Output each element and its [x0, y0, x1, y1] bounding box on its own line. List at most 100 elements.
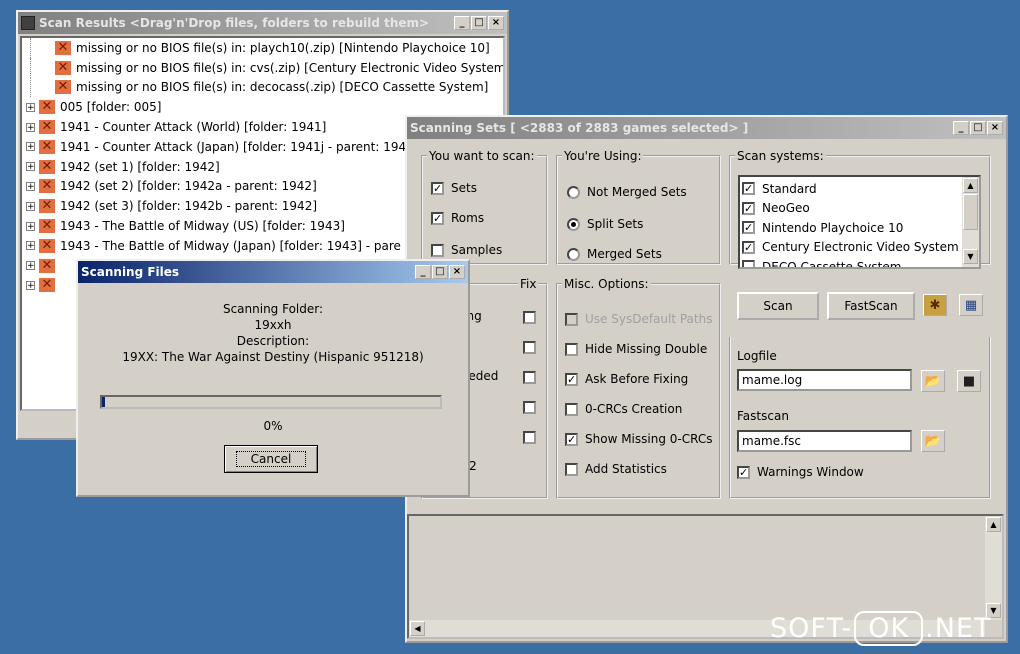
- radio-dot: [567, 217, 580, 231]
- scanning-files-window: Scanning Files _ □ × Scanning Folder: 19…: [76, 259, 470, 497]
- scan-info: Scanning Folder: 19xxh Description: 19XX…: [78, 301, 468, 365]
- split-sets-radio[interactable]: Split Sets: [567, 217, 643, 231]
- close-button[interactable]: ×: [987, 121, 1003, 135]
- checkbox-box: ✓: [431, 181, 444, 195]
- expand-icon[interactable]: +: [26, 241, 35, 251]
- checkbox-label: 0-CRCs Creation: [585, 402, 683, 416]
- cancel-button[interactable]: Cancel: [224, 445, 318, 473]
- fix-tools-icon[interactable]: ✱: [923, 294, 947, 316]
- fastscan-button[interactable]: FastScan: [827, 292, 915, 320]
- fix-checkbox[interactable]: [523, 371, 536, 384]
- expand-icon[interactable]: +: [26, 261, 35, 271]
- expand-icon[interactable]: +: [26, 162, 35, 172]
- scan-systems-list[interactable]: ✓ Standard ✓ NeoGeo ✓ Nintendo Playchoice 10 ✓…: [738, 175, 981, 269]
- checkbox-label: Samples: [451, 243, 503, 257]
- scan-sets-checkbox[interactable]: ✓ Sets: [431, 181, 477, 195]
- scan-roms-checkbox[interactable]: ✓ Roms: [431, 211, 484, 225]
- not-merged-radio[interactable]: Not Merged Sets: [567, 185, 687, 199]
- expand-icon[interactable]: +: [26, 280, 35, 290]
- misc-option-checkbox[interactable]: Hide Missing Double: [565, 342, 707, 356]
- scroll-left-icon[interactable]: ◀: [410, 621, 425, 636]
- missing-icon: ✕: [39, 278, 55, 293]
- checkbox-box: ✓: [742, 201, 755, 215]
- checkbox-box: [565, 462, 578, 476]
- close-button[interactable]: ×: [449, 265, 465, 279]
- scanning-files-titlebar[interactable]: Scanning Files _ □ ×: [78, 261, 468, 283]
- watermark-box: OK: [854, 610, 924, 646]
- system-item[interactable]: ✓ NeoGeo: [742, 199, 960, 219]
- misc-option-checkbox[interactable]: ✓ Show Missing 0-CRCs: [565, 432, 712, 446]
- maximize-button[interactable]: □: [432, 265, 448, 279]
- warnings-window-checkbox[interactable]: ✓ Warnings Window: [737, 465, 864, 479]
- checkbox-box: [742, 260, 755, 267]
- report-icon[interactable]: ▦: [959, 294, 983, 316]
- system-item[interactable]: DECO Cassette System: [742, 257, 960, 267]
- scan-results-titlebar[interactable]: Scan Results <Drag'n'Drop files, folders…: [18, 12, 507, 34]
- missing-icon: ✕: [39, 219, 55, 234]
- scroll-thumb[interactable]: [963, 194, 978, 230]
- missing-icon: ✕: [39, 199, 55, 214]
- checkbox-label: Warnings Window: [757, 465, 864, 479]
- checkbox-box: ✓: [565, 372, 578, 386]
- minimize-button[interactable]: _: [454, 16, 470, 30]
- progress-fill: [102, 397, 106, 407]
- checkbox-label: Use SysDefault Paths: [585, 312, 713, 326]
- merged-sets-radio[interactable]: Merged Sets: [567, 247, 662, 261]
- misc-option-checkbox[interactable]: 0-CRCs Creation: [565, 402, 682, 416]
- checkbox-box: [431, 243, 444, 257]
- fix-checkbox[interactable]: [523, 341, 536, 354]
- folder-open-icon[interactable]: 📂: [921, 430, 945, 452]
- checkbox-box: ✓: [742, 182, 755, 196]
- misc-option-checkbox[interactable]: Add Statistics: [565, 462, 667, 476]
- minimize-button[interactable]: _: [953, 121, 969, 135]
- fastscan-input[interactable]: mame.fsc: [737, 430, 912, 452]
- scroll-down-icon[interactable]: ▼: [963, 249, 978, 264]
- system-label: Nintendo Playchoice 10: [762, 220, 904, 235]
- system-item[interactable]: ✓ Standard: [742, 179, 960, 199]
- system-item[interactable]: ✓ Century Electronic Video System: [742, 238, 960, 258]
- expand-icon[interactable]: +: [26, 122, 35, 132]
- logfile-input[interactable]: mame.log: [737, 369, 912, 391]
- missing-icon: ✕: [39, 179, 55, 194]
- fix-checkbox[interactable]: [523, 311, 536, 324]
- scan-button-label: Scan: [763, 299, 793, 313]
- scroll-up-icon[interactable]: ▲: [963, 178, 978, 193]
- save-icon[interactable]: ■: [957, 370, 981, 392]
- scan-systems-legend: Scan systems:: [737, 149, 824, 163]
- watermark-right: .NET: [925, 612, 992, 644]
- system-label: Standard: [762, 181, 817, 196]
- expand-icon[interactable]: +: [26, 221, 35, 231]
- tree-row[interactable]: ✕ missing or no BIOS file(s) in: cvs(.zip…: [22, 57, 503, 78]
- fix-checkbox[interactable]: [523, 401, 536, 414]
- minimize-button[interactable]: _: [415, 265, 431, 279]
- tree-connector: [30, 38, 55, 58]
- misc-option-checkbox[interactable]: ✓ Ask Before Fixing: [565, 372, 688, 386]
- scanning-sets-titlebar[interactable]: Scanning Sets [ <2883 of 2883 games sele…: [407, 117, 1006, 139]
- system-item[interactable]: ✓ Nintendo Playchoice 10: [742, 218, 960, 238]
- tree-row[interactable]: ✕ missing or no BIOS file(s) in: playch10…: [22, 38, 503, 58]
- expand-icon[interactable]: +: [26, 102, 35, 112]
- scanning-sets-title: Scanning Sets [ <2883 of 2883 games sele…: [410, 121, 749, 135]
- expand-icon[interactable]: +: [26, 142, 35, 152]
- maximize-button[interactable]: □: [471, 16, 487, 30]
- fix-checkbox[interactable]: [523, 431, 536, 444]
- radio-label: Not Merged Sets: [587, 185, 687, 199]
- checkbox-box: ✓: [737, 465, 750, 479]
- tree-row-label: missing or no BIOS file(s) in: decocass(…: [76, 80, 489, 95]
- scan-samples-checkbox[interactable]: Samples: [431, 243, 502, 257]
- missing-icon: ✕: [39, 120, 55, 135]
- checkbox-label: Ask Before Fixing: [585, 372, 689, 386]
- tree-row[interactable]: ✕ missing or no BIOS file(s) in: decocass…: [22, 77, 503, 98]
- maximize-button[interactable]: □: [970, 121, 986, 135]
- scan-button[interactable]: Scan: [737, 292, 819, 320]
- misc-option-checkbox[interactable]: Use SysDefault Paths: [565, 312, 712, 326]
- scroll-up-icon[interactable]: ▲: [986, 517, 1001, 532]
- folder-open-icon[interactable]: 📂: [921, 370, 945, 392]
- fastscan-label: Fastscan: [737, 409, 789, 423]
- expand-icon[interactable]: +: [26, 181, 35, 191]
- checkbox-label: Sets: [451, 181, 477, 195]
- expand-icon[interactable]: +: [26, 201, 35, 211]
- checkbox-box: ✓: [742, 240, 755, 254]
- close-button[interactable]: ×: [488, 16, 504, 30]
- missing-icon: ✕: [39, 258, 55, 273]
